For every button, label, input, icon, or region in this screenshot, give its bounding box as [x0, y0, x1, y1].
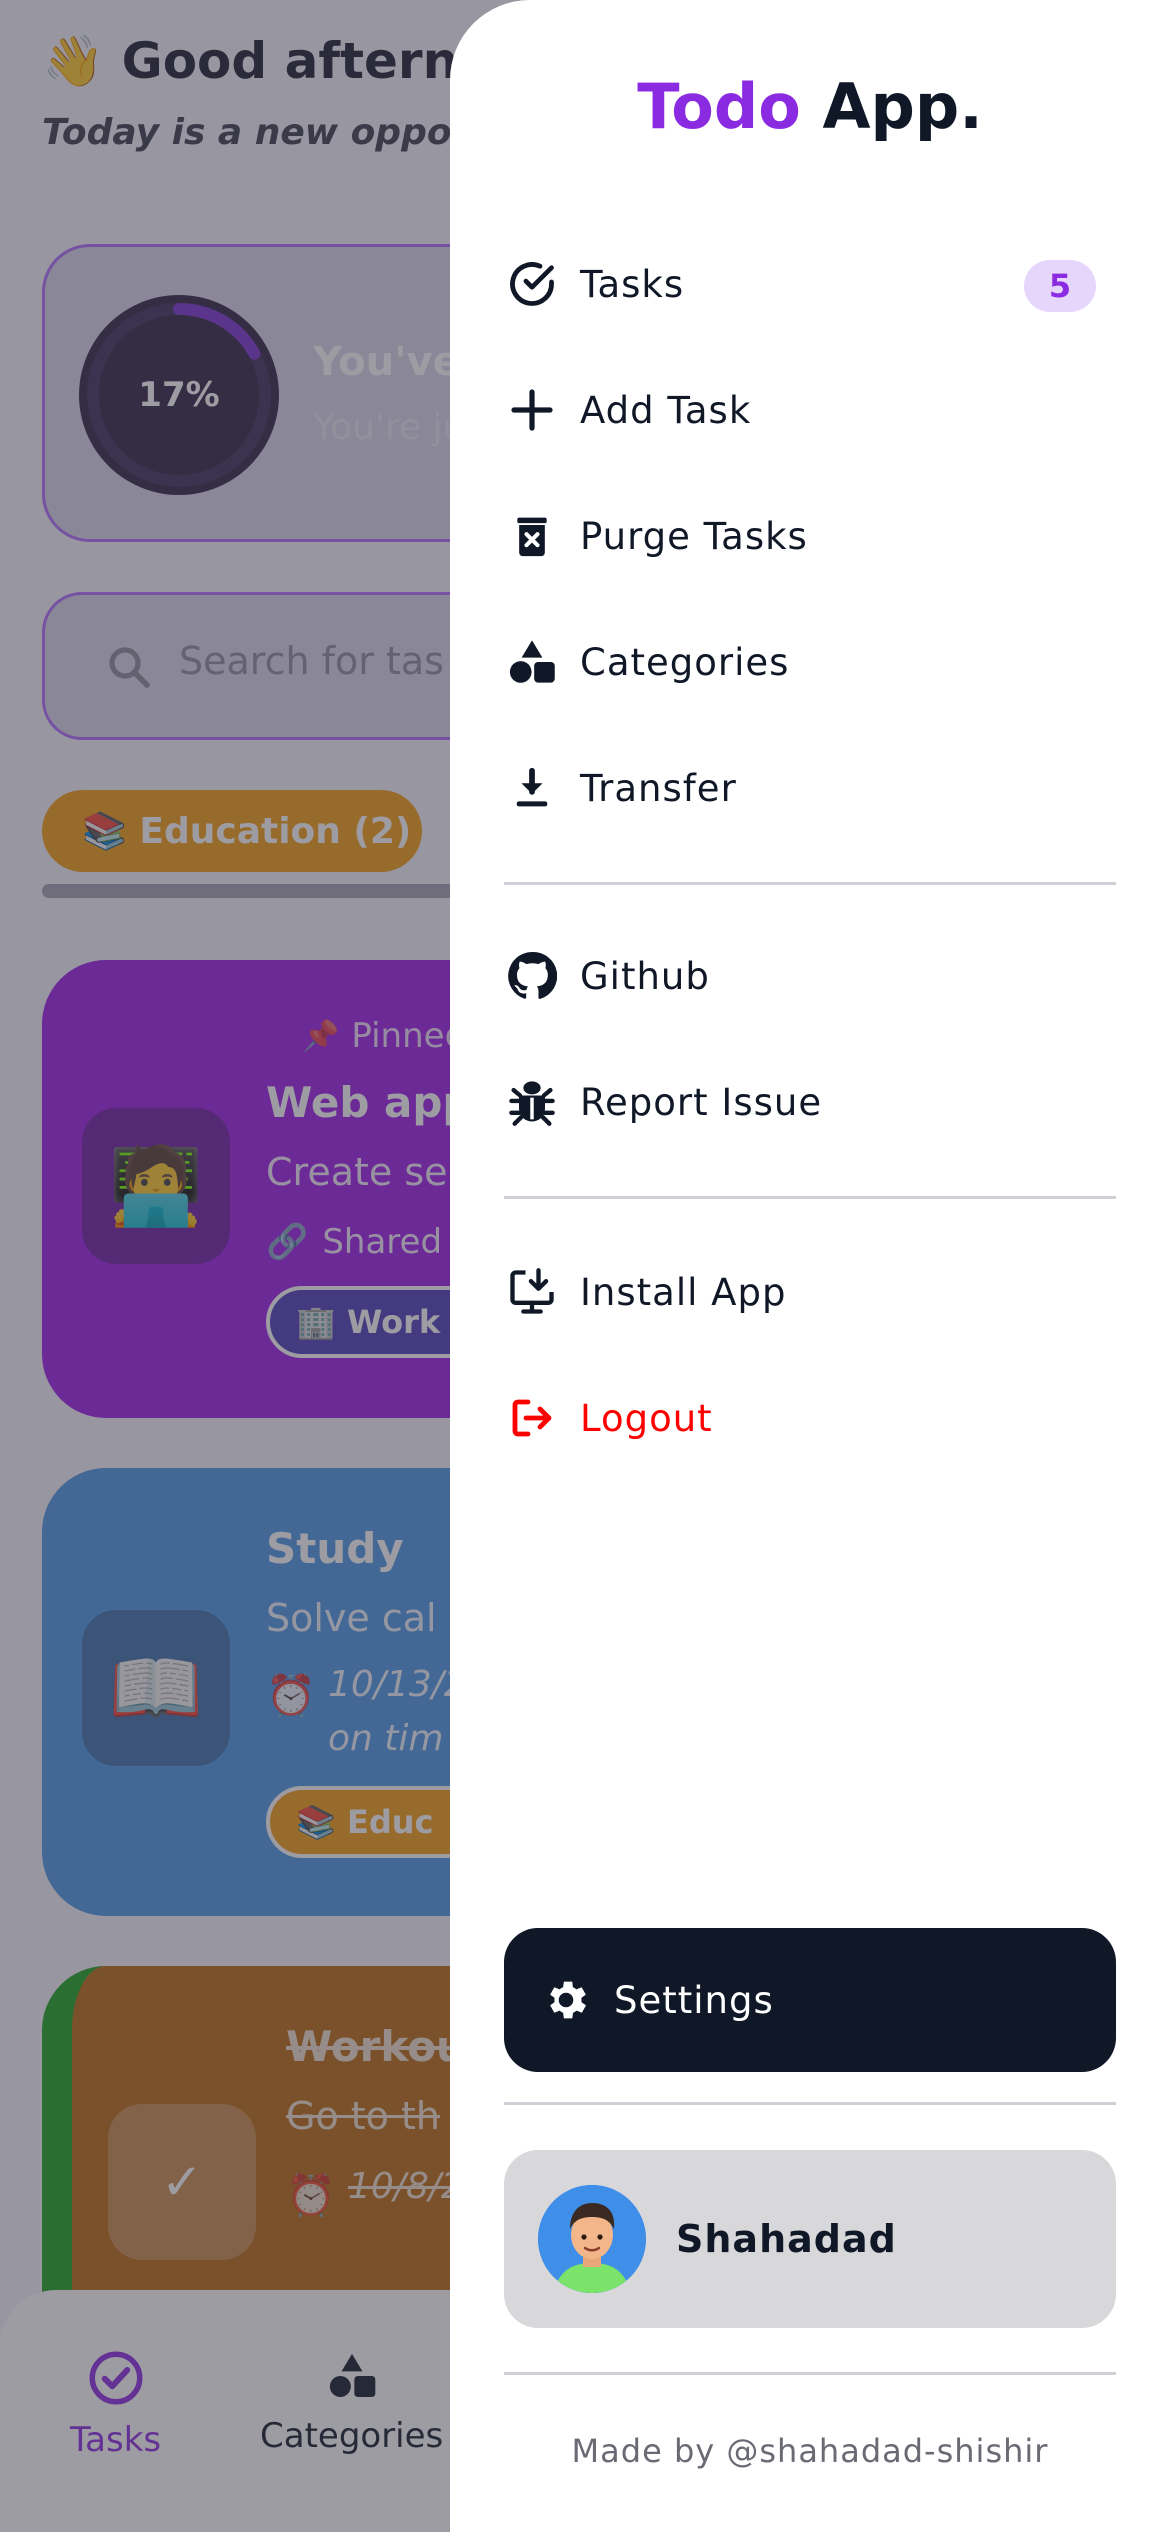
- settings-label: Settings: [614, 1978, 774, 2022]
- trash-icon: [504, 508, 560, 564]
- drawer-item-add-task[interactable]: Add Task: [504, 360, 1116, 460]
- drawer-item-label: Transfer: [580, 766, 737, 810]
- drawer-item-install-app[interactable]: Install App: [504, 1242, 1116, 1342]
- install-icon: [504, 1264, 560, 1320]
- profile-card[interactable]: Shahadad: [504, 2150, 1116, 2328]
- plus-icon: [504, 382, 560, 438]
- drawer-item-logout[interactable]: Logout: [504, 1368, 1116, 1468]
- drawer-divider: [504, 2102, 1116, 2105]
- made-by-credit[interactable]: Made by @shahadad-shishir: [450, 2432, 1170, 2470]
- drawer-item-label: Add Task: [580, 388, 752, 432]
- drawer-divider: [504, 2372, 1116, 2375]
- drawer-item-tasks[interactable]: Tasks 5: [504, 234, 1116, 334]
- logout-icon: [504, 1390, 560, 1446]
- brand-accent: Todo: [637, 70, 801, 143]
- avatar: [538, 2185, 646, 2293]
- gear-icon: [538, 1972, 594, 2028]
- drawer-item-label: Github: [580, 954, 710, 998]
- drawer-item-label: Logout: [580, 1396, 713, 1440]
- drawer-item-github[interactable]: Github: [504, 926, 1116, 1026]
- app-brand-logo: Todo App.: [450, 70, 1170, 143]
- drawer-item-transfer[interactable]: Transfer: [504, 738, 1116, 838]
- drawer-item-purge-tasks[interactable]: Purge Tasks: [504, 486, 1116, 586]
- drawer-item-categories[interactable]: Categories: [504, 612, 1116, 712]
- settings-button[interactable]: Settings: [504, 1928, 1116, 2072]
- drawer-item-label: Categories: [580, 640, 790, 684]
- drawer-item-label: Report Issue: [580, 1080, 823, 1124]
- tasks-count-badge: 5: [1024, 260, 1096, 312]
- github-icon: [504, 948, 560, 1004]
- check-circle-icon: [504, 256, 560, 312]
- shapes-icon: [504, 634, 560, 690]
- download-icon: [504, 760, 560, 816]
- drawer-item-label: Install App: [580, 1270, 787, 1314]
- drawer-item-report-issue[interactable]: Report Issue: [504, 1052, 1116, 1152]
- brand-rest: App.: [800, 70, 983, 143]
- drawer-item-label: Purge Tasks: [580, 514, 808, 558]
- bug-icon: [504, 1074, 560, 1130]
- drawer-item-label: Tasks: [580, 262, 685, 306]
- drawer-divider: [504, 1196, 1116, 1199]
- profile-name: Shahadad: [676, 2217, 897, 2261]
- navigation-drawer: Todo App. Tasks 5 Add Task Purge Tasks C…: [450, 0, 1170, 2532]
- drawer-divider: [504, 882, 1116, 885]
